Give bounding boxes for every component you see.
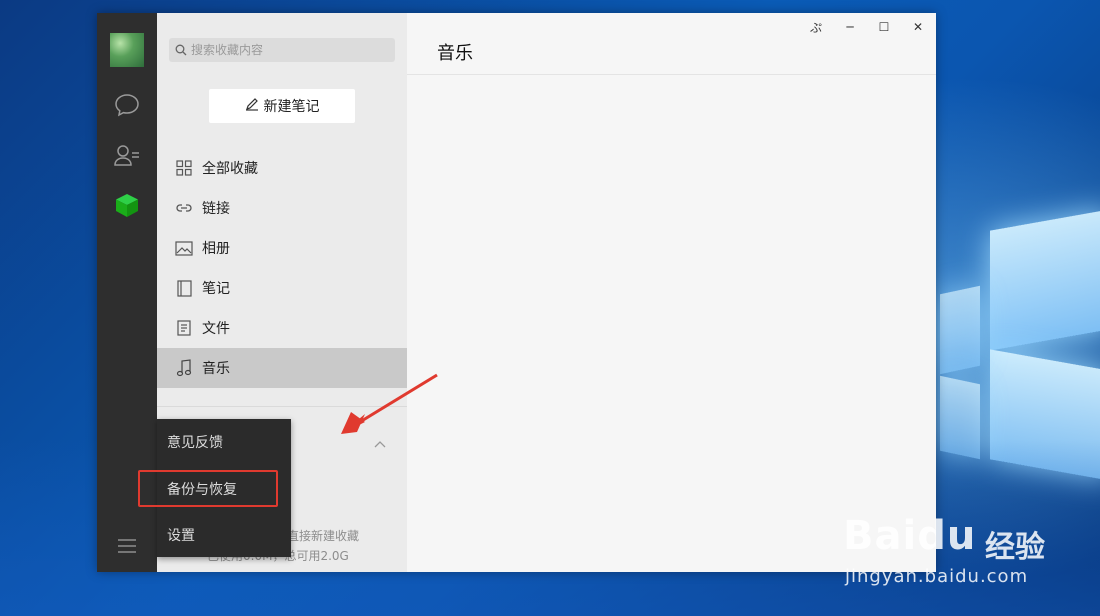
watermark-cn: 经验 [985,530,1045,565]
nav-item-links[interactable]: 链接 [157,188,407,228]
nav-item-label: 笔记 [202,281,230,297]
annotation-arrow-icon [341,373,438,434]
pin-icon[interactable]: ぷ [805,19,827,35]
contacts-icon[interactable] [113,141,141,169]
content-area: ぷ ─ ☐ ✕ 音乐 [407,13,936,572]
minimize-button[interactable]: ─ [839,19,861,35]
nav-item-label: 文件 [202,321,230,337]
divider [407,74,936,75]
nav-item-label: 链接 [202,201,230,217]
chat-icon[interactable] [113,91,141,119]
new-note-label: 新建笔记 [263,99,320,115]
nav-item-files[interactable]: 文件 [157,308,407,348]
document-icon [175,319,193,337]
favorites-cube-icon[interactable] [113,191,141,219]
search-icon [175,41,187,60]
link-icon [175,199,193,217]
watermark-url: jingyan.baidu.com [845,566,1029,587]
search-input[interactable] [191,43,381,57]
nav-item-notes[interactable]: 笔记 [157,268,407,308]
search-box[interactable] [169,38,395,62]
page-title: 音乐 [437,43,473,64]
nav-item-label: 音乐 [202,361,230,377]
windows-logo-pane [940,285,980,375]
new-note-button[interactable]: 新建笔记 [209,89,355,123]
pencil-icon [245,97,259,115]
menu-item-settings[interactable]: 设置 [167,523,195,547]
watermark-brand: Baidu [843,513,977,559]
baidu-jingyan-watermark: Baidu 经验 jingyan.baidu.com [843,493,1053,593]
nav-item-label: 相册 [202,241,230,257]
category-list: 全部收藏 链接 相册 笔记 文件 音乐 [157,148,407,388]
maximize-button[interactable]: ☐ [873,19,895,35]
avatar[interactable] [110,33,144,67]
grid-icon [175,159,193,177]
menu-icon[interactable] [117,538,137,553]
nav-item-label: 全部收藏 [202,161,258,177]
notebook-icon [175,279,193,297]
image-icon [175,239,193,257]
music-note-icon [175,359,193,377]
close-button[interactable]: ✕ [907,19,929,35]
nav-item-album[interactable]: 相册 [157,228,407,268]
menu-item-feedback[interactable]: 意见反馈 [167,430,223,454]
nav-item-all[interactable]: 全部收藏 [157,148,407,188]
windows-logo-pane [990,209,1100,351]
annotation-highlight-box [138,470,278,507]
